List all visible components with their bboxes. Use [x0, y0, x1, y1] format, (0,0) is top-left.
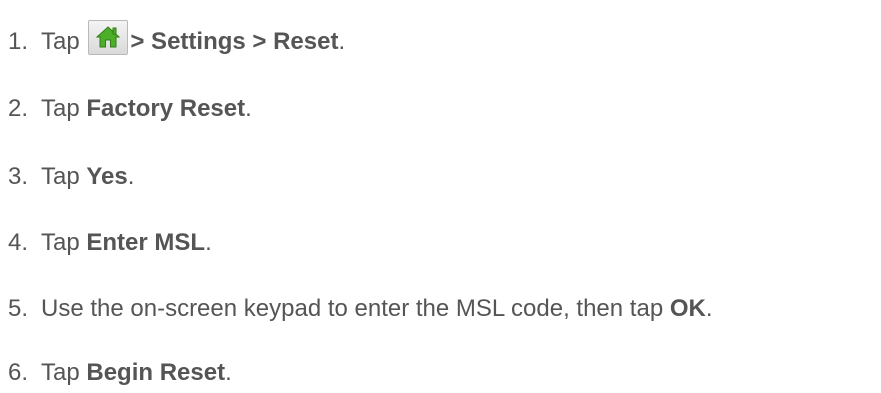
step-6: 6. Tap Begin Reset. — [8, 353, 232, 393]
step-emphasis: Factory Reset — [86, 95, 246, 122]
step-emphasis: Begin Reset — [86, 359, 226, 386]
step-4: 4. Tap Enter MSL. — [8, 223, 212, 263]
step-text-end: . — [338, 28, 346, 55]
step-text: Use the on-screen keypad to enter the MS… — [41, 295, 670, 322]
step-2: 2. Tap Factory Reset. — [8, 89, 252, 129]
step-number: 5. — [8, 295, 29, 322]
step-number: 3. — [8, 163, 29, 190]
step-emphasis: OK — [669, 295, 706, 322]
step-emphasis: > Settings > Reset — [130, 28, 339, 55]
home-icon — [96, 26, 121, 48]
step-1: 1. Tap > Settings > Reset. — [8, 20, 345, 60]
step-text-end: . — [205, 229, 212, 256]
step-text: Tap — [41, 163, 87, 190]
step-text: Tap — [41, 95, 87, 122]
step-text: Tap — [41, 28, 87, 55]
home-button-image — [88, 20, 129, 55]
step-number: 6. — [8, 359, 29, 386]
step-text-end: . — [225, 359, 232, 386]
step-text-end: . — [245, 95, 252, 122]
step-number: 4. — [8, 229, 29, 256]
step-emphasis: Yes — [86, 163, 128, 190]
step-emphasis: Enter MSL — [86, 229, 206, 256]
step-5: 5. Use the on-screen keypad to enter the … — [8, 289, 713, 329]
step-3: 3. Tap Yes. — [8, 157, 134, 197]
step-text: Tap — [41, 229, 87, 256]
step-number: 2. — [8, 95, 29, 122]
step-number: 1. — [8, 28, 29, 55]
step-text-end: . — [127, 163, 135, 190]
step-text-end: . — [705, 295, 713, 322]
step-text: Tap — [41, 359, 87, 386]
